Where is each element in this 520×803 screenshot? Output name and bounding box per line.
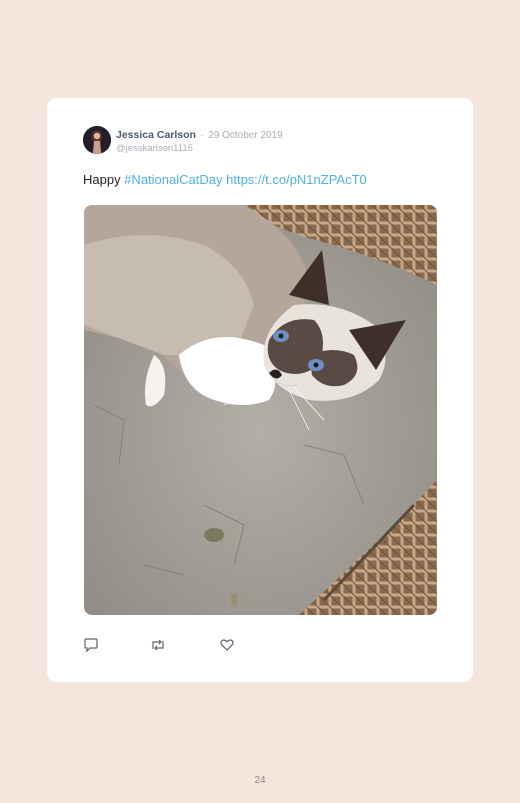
hashtag-link[interactable]: #NationalCatDay (124, 172, 222, 187)
tweet-photo[interactable] (84, 205, 437, 615)
author-name[interactable]: Jessica Carlson (116, 129, 196, 141)
tweet-text: Happy #NationalCatDay https://t.co/pN1nZ… (83, 172, 367, 187)
retweet-icon[interactable] (149, 637, 167, 655)
url-link[interactable]: https://t.co/pN1nZPAcT0 (226, 172, 367, 187)
reply-icon[interactable] (83, 637, 101, 655)
author-handle[interactable]: @jesskarlson1115 (116, 142, 283, 155)
meta-separator: · (200, 130, 204, 141)
tweet-meta: Jessica Carlson · 29 October 2019 @jessk… (116, 127, 283, 155)
tweet-date[interactable]: 29 October 2019 (208, 130, 283, 141)
avatar[interactable] (83, 126, 111, 154)
cat-photo (84, 205, 437, 615)
page-number: 24 (254, 775, 266, 786)
tweet-card: Jessica Carlson · 29 October 2019 @jessk… (47, 98, 473, 682)
avatar-image (83, 126, 111, 154)
heart-icon[interactable] (219, 637, 237, 655)
tweet-text-prefix: Happy (83, 172, 125, 187)
